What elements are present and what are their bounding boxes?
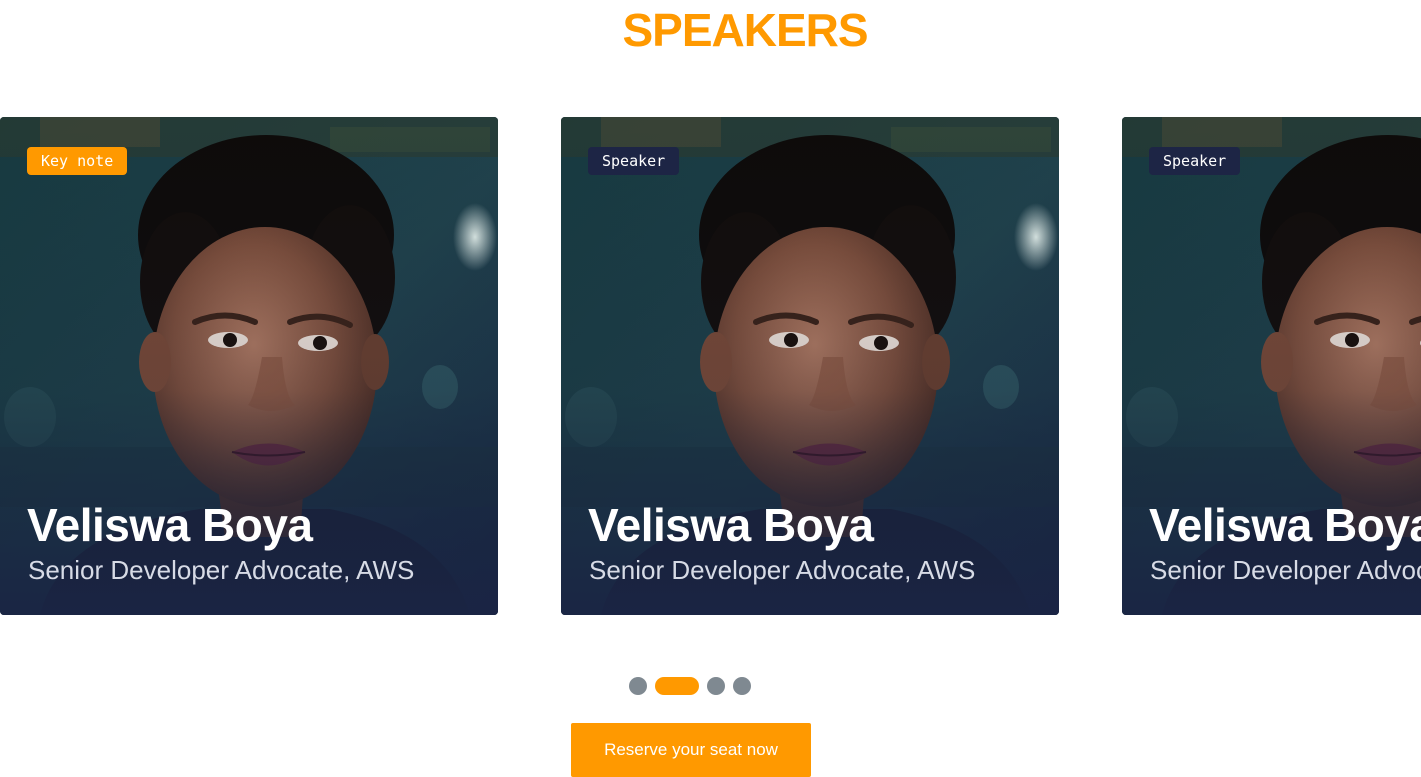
carousel-pagination [629,677,751,695]
speaker-role: Senior Developer Advocate, AWS [589,555,976,585]
keynote-badge: Key note [27,147,128,175]
speaker-card[interactable]: Speaker Veliswa Boya Senior Developer Ad… [1122,117,1421,615]
section-title: SPEAKERS [622,4,868,56]
carousel-dot-active[interactable] [655,677,699,695]
speaker-name: Veliswa Boya [27,499,313,551]
speaker-badge: Speaker [1149,147,1241,175]
carousel-dot[interactable] [733,677,751,695]
speaker-badge: Speaker [588,147,680,175]
carousel-dot[interactable] [629,677,647,695]
carousel-dot[interactable] [707,677,725,695]
speaker-card[interactable]: Speaker Veliswa Boya Senior Developer Ad… [561,117,1059,615]
reserve-seat-button[interactable]: Reserve your seat now [571,723,811,777]
speaker-name: Veliswa Boya [1149,499,1421,551]
speakers-section: SPEAKERS Key note Veliswa Boya Senior De… [0,0,1421,777]
speaker-card[interactable]: Key note Veliswa Boya Senior Developer A… [0,117,498,615]
speaker-role: Senior Developer Advocate, AWS [28,555,415,585]
speaker-carousel[interactable]: Key note Veliswa Boya Senior Developer A… [0,117,1421,617]
speaker-role: Senior Developer Advocate, AWS [1150,555,1421,585]
speaker-name: Veliswa Boya [588,499,874,551]
